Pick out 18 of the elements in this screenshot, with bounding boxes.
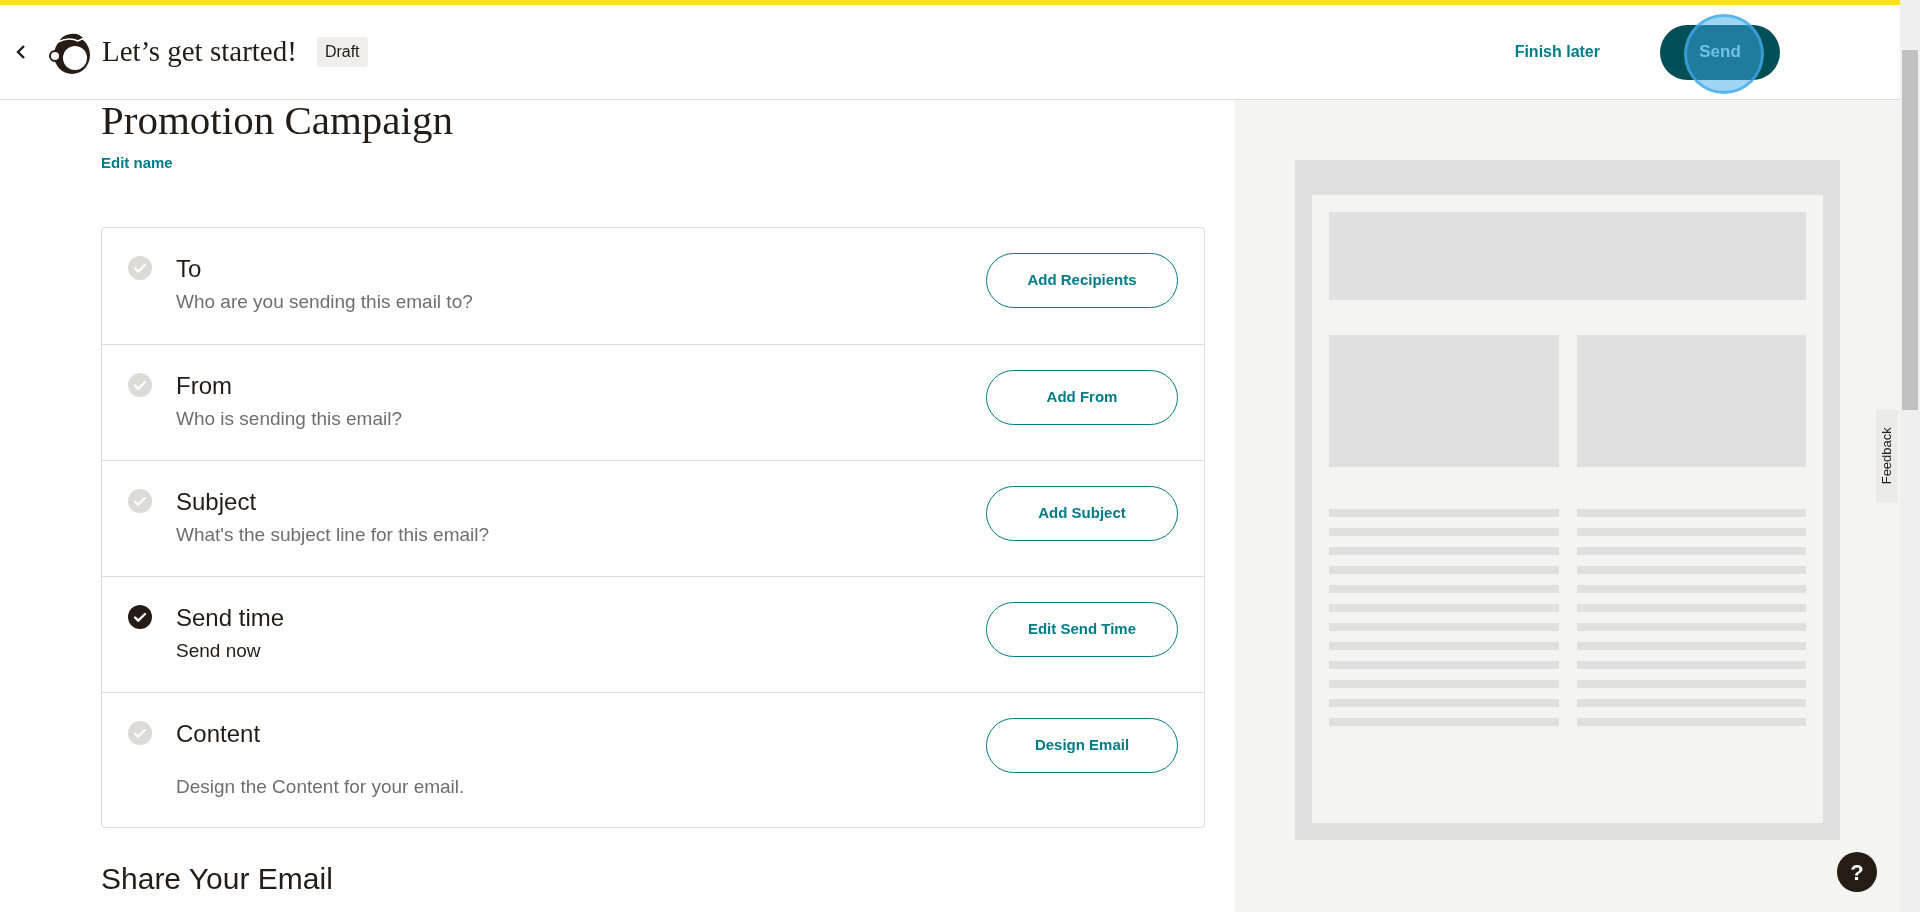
page-title: Let’s get started! bbox=[102, 34, 297, 70]
step-description: Design the Content for your email. bbox=[176, 775, 466, 799]
edit-name-link[interactable]: Edit name bbox=[101, 152, 173, 175]
step-title: Subject bbox=[176, 487, 258, 517]
step-title: From bbox=[176, 371, 233, 401]
finish-later-link[interactable]: Finish later bbox=[1514, 40, 1600, 64]
feedback-tab[interactable]: Feedback bbox=[1876, 410, 1898, 502]
back-icon[interactable] bbox=[16, 45, 26, 59]
step-title: Content bbox=[176, 719, 262, 749]
step-description: Send now bbox=[176, 639, 262, 663]
help-button[interactable]: ? bbox=[1837, 852, 1877, 892]
step-description: Who is sending this email? bbox=[176, 407, 403, 431]
status-badge: Draft bbox=[316, 37, 368, 67]
section-heading: Share Your Email bbox=[101, 862, 334, 896]
step-description: What's the subject line for this email? bbox=[176, 523, 491, 547]
step-title: Send time bbox=[176, 603, 286, 633]
step-title: To bbox=[176, 254, 203, 284]
step-description: Who are you sending this email to? bbox=[176, 290, 474, 314]
